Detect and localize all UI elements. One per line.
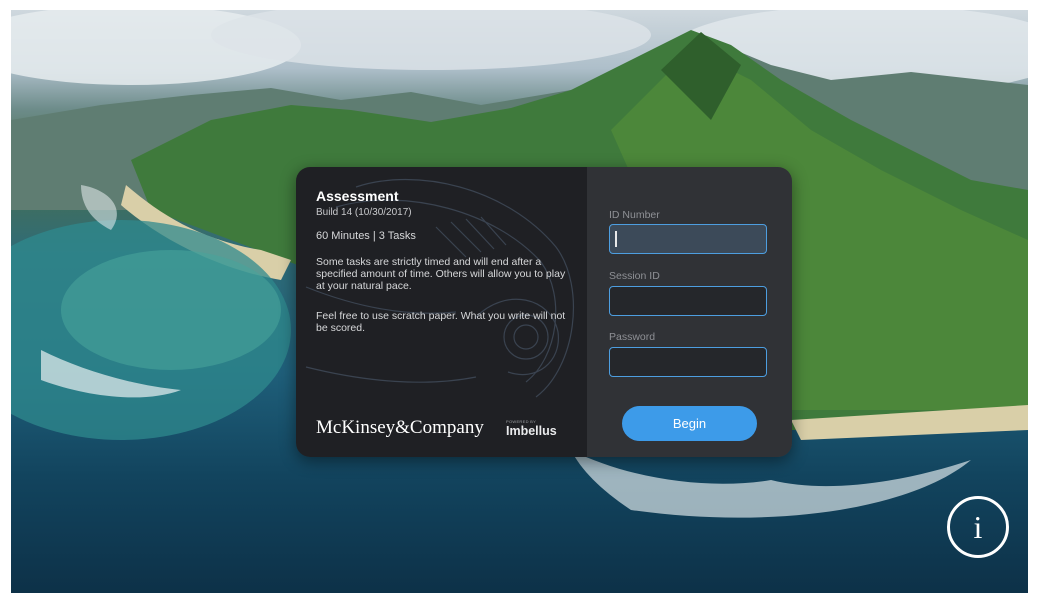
text-cursor	[615, 231, 617, 247]
id-number-label: ID Number	[609, 209, 660, 221]
assessment-duration: 60 Minutes | 3 Tasks	[316, 230, 416, 242]
timing-description: Some tasks are strictly timed and will e…	[316, 256, 566, 292]
session-id-input[interactable]	[609, 286, 767, 316]
id-number-input[interactable]	[609, 224, 767, 254]
scratch-paper-note: Feel free to use scratch paper. What you…	[316, 310, 566, 334]
assessment-title: Assessment	[316, 188, 399, 204]
login-card: Assessment Build 14 (10/30/2017) 60 Minu…	[296, 167, 792, 457]
info-button[interactable]: i	[947, 496, 1009, 558]
mckinsey-logo: McKinsey&Company	[316, 417, 484, 438]
session-id-label: Session ID	[609, 270, 660, 282]
build-version: Build 14 (10/30/2017)	[316, 207, 412, 218]
imbellus-logo: Imbellus	[506, 424, 557, 438]
assessment-info-panel: Assessment Build 14 (10/30/2017) 60 Minu…	[296, 167, 587, 457]
password-input[interactable]	[609, 347, 767, 377]
password-label: Password	[609, 331, 656, 343]
app-viewport: Assessment Build 14 (10/30/2017) 60 Minu…	[11, 10, 1028, 593]
begin-button[interactable]: Begin	[622, 406, 757, 441]
login-form: ID Number Session ID Password Begin	[587, 167, 792, 457]
info-icon: i	[973, 509, 983, 545]
